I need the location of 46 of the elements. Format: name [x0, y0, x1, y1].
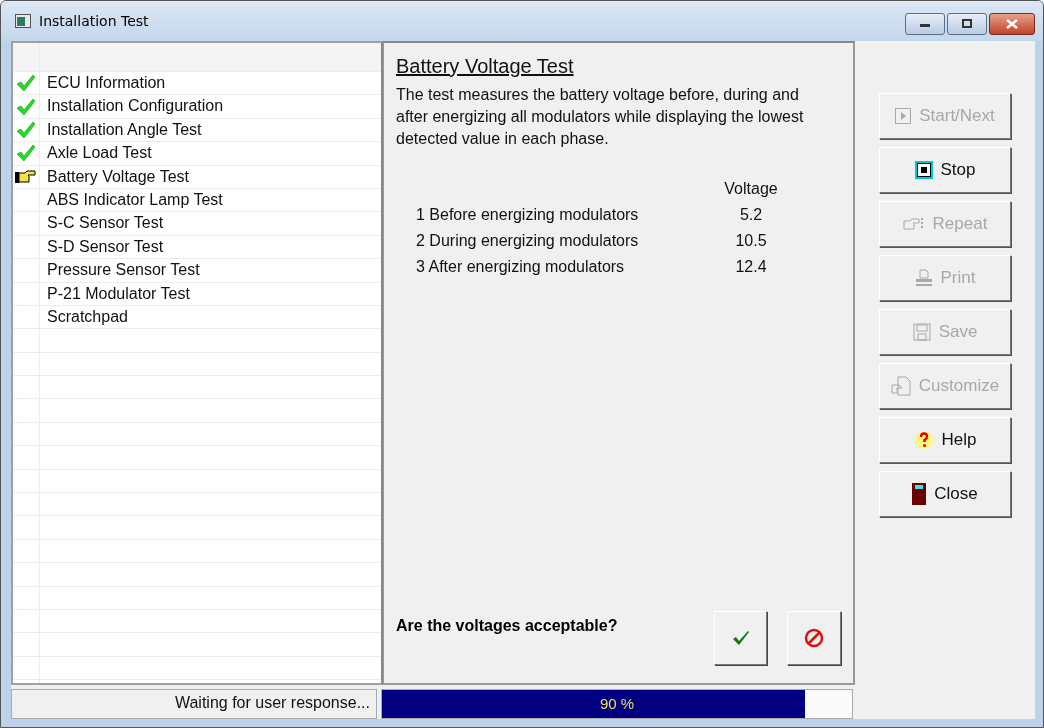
step-item[interactable]: Pressure Sensor Test [40, 259, 200, 282]
window-icon [15, 14, 31, 28]
action-button[interactable]: Stop [879, 147, 1011, 193]
action-button[interactable]: Help [879, 417, 1011, 463]
phase-label: 3 After energizing modulators [416, 258, 626, 276]
close-icon [1005, 19, 1019, 29]
checkmark-icon [16, 120, 36, 139]
voltage-value: 10.5 [734, 232, 768, 250]
checkmark-icon [16, 74, 36, 93]
help-icon [913, 430, 934, 450]
phase-label: 1 Before energizing modulators [416, 206, 640, 224]
accept-button[interactable] [713, 611, 768, 665]
step-item[interactable]: ECU Information [40, 72, 166, 95]
voltage-value: 5.2 [738, 206, 764, 224]
column-header: Voltage [723, 180, 779, 198]
step-item[interactable]: S-D Sensor Test [40, 235, 164, 259]
close-button[interactable] [989, 13, 1035, 35]
voltage-value: 12.4 [734, 258, 768, 276]
window-title: Installation Test [39, 13, 149, 29]
reject-button[interactable] [787, 611, 841, 665]
test-title: Battery Voltage Test [396, 55, 575, 78]
step-item[interactable]: Battery Voltage Test [40, 165, 189, 188]
restore-icon [960, 19, 974, 29]
step-item[interactable]: P-21 Modulator Test [40, 282, 190, 305]
question-text: Are the voltages acceptable? [396, 617, 619, 635]
step-item[interactable]: Scratchpad [40, 305, 128, 329]
minimize-button[interactable] [905, 13, 945, 35]
step-item[interactable]: Installation Angle Test [40, 118, 202, 142]
checkmark-icon [731, 630, 750, 646]
step-item[interactable]: Axle Load Test [40, 142, 152, 165]
play-icon [895, 108, 912, 124]
stop-icon [914, 161, 933, 179]
prohibited-icon [804, 628, 825, 648]
action-button[interactable]: Close [879, 471, 1011, 517]
maximize-button[interactable] [947, 13, 987, 35]
progress-reading: 90 % [598, 695, 636, 712]
door-icon [912, 483, 927, 505]
test-description: The test measures the battery voltage before, during and after energizing all modulators while displaying the lowest detected value in each phase. [396, 85, 805, 149]
phase-label: 2 During energizing modulators [416, 232, 640, 250]
checkmark-icon [16, 97, 36, 116]
step-item[interactable]: S-C Sensor Test [40, 212, 164, 235]
printer-icon [914, 269, 933, 287]
status-message: Waiting for user response... [11, 689, 377, 719]
checkmark-icon [16, 144, 36, 163]
step-item[interactable]: ABS Indicator Lamp Test [40, 188, 223, 212]
step-item[interactable]: Installation Configuration [40, 95, 224, 118]
